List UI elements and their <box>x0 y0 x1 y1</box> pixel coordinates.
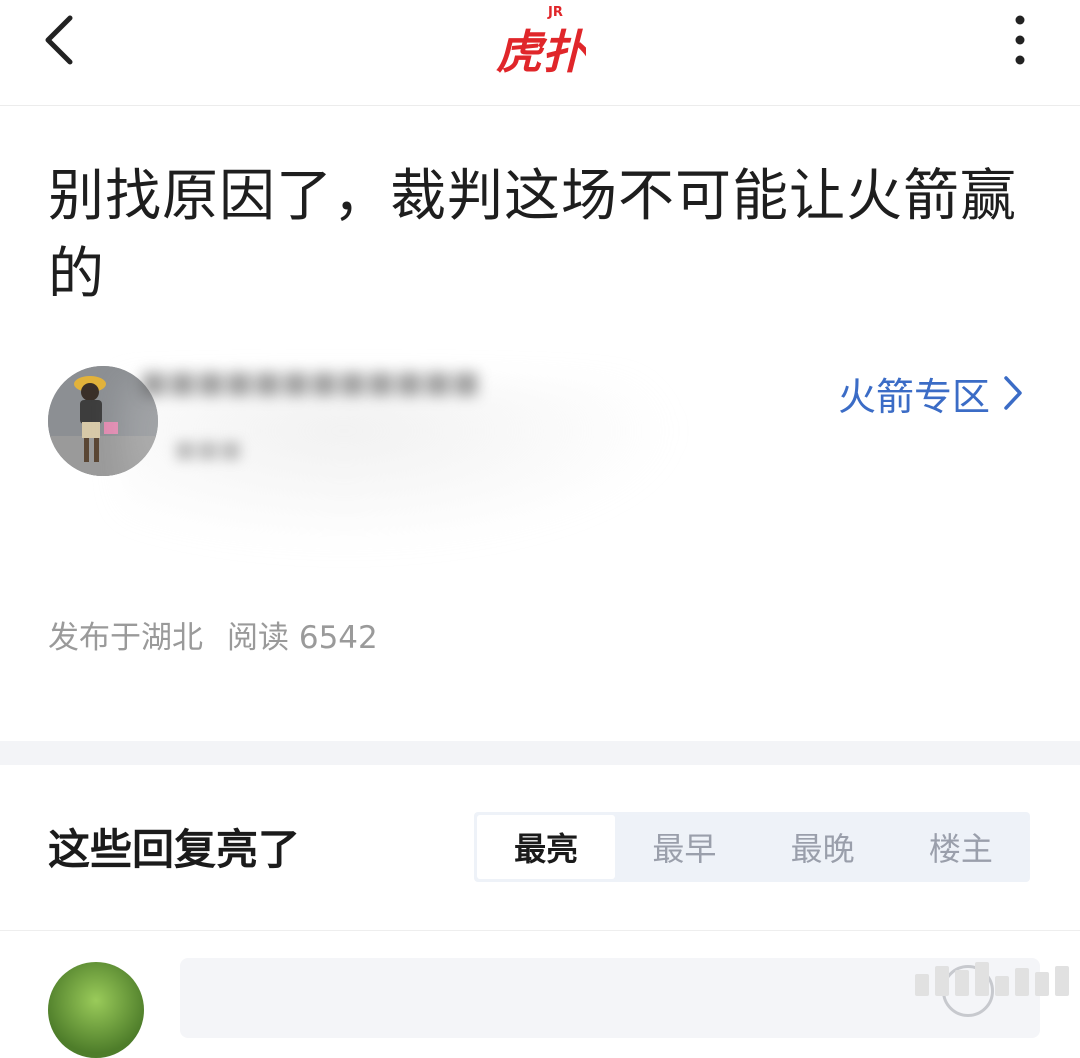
hupu-logo: JR 虎扑 <box>496 0 591 80</box>
post-title: 别找原因了，裁判这场不可能让火箭赢的 <box>48 164 1017 307</box>
author-sub-redacted: ■■■ <box>174 435 243 463</box>
author-name-redacted: ■■■■■■■■■■■■ <box>140 365 481 400</box>
tab-op-only[interactable]: 楼主 <box>892 812 1030 882</box>
chevron-left-icon <box>45 15 73 65</box>
post-read-count: 阅读 6542 <box>227 620 378 656</box>
zone-link-label: 火箭专区 <box>837 374 990 419</box>
tab-latest[interactable]: 最晚 <box>754 812 892 882</box>
first-reply-avatar[interactable] <box>48 962 144 1058</box>
reply-sort-tabs: 最亮 最早 最晚 楼主 <box>474 812 1030 882</box>
highlighted-replies-title: 这些回复亮了 <box>48 825 301 874</box>
back-button[interactable] <box>30 10 90 70</box>
section-divider <box>0 741 1080 765</box>
chevron-right-icon <box>1004 376 1022 410</box>
tab-brightest[interactable]: 最亮 <box>477 815 616 879</box>
watermark-bars <box>915 962 1069 996</box>
rockets-zone-link[interactable]: 火箭专区 <box>837 368 1024 419</box>
author-info-redacted: ■■■■■■■■■■■■ ■■■ <box>130 355 690 585</box>
logo-text: 虎扑 <box>496 25 586 79</box>
post-meta: 发布于湖北 阅读 6542 <box>48 612 378 657</box>
tab-earliest[interactable]: 最早 <box>615 812 753 882</box>
first-reply-preview[interactable] <box>180 958 1040 1038</box>
top-nav-bar: JR 虎扑 <box>0 0 1080 106</box>
more-options-button[interactable] <box>995 10 1045 70</box>
more-vertical-icon <box>1015 15 1025 65</box>
logo-badge: JR <box>547 5 563 20</box>
post-location: 发布于湖北 <box>48 620 203 656</box>
divider-line <box>0 930 1080 931</box>
